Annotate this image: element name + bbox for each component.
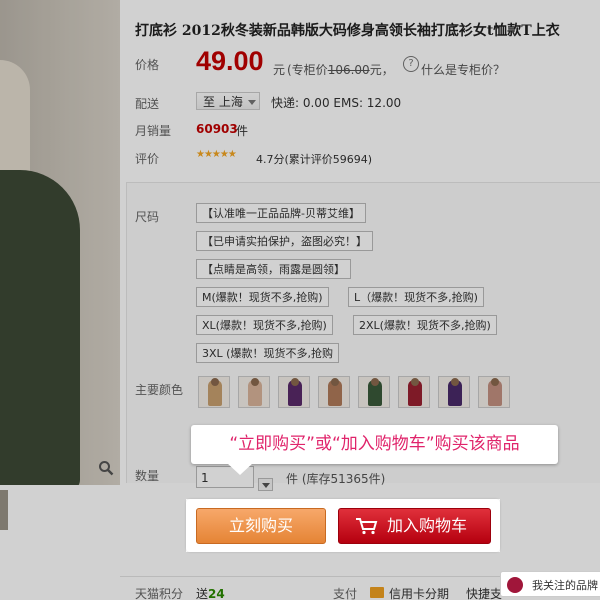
color-swatch[interactable] — [358, 376, 390, 408]
model-head-icon — [451, 378, 459, 386]
compare-price-value: 106.00 — [327, 63, 370, 77]
size-option[interactable]: L（爆款！现货不多,抢购) — [348, 287, 484, 307]
shopping-cart-icon — [356, 518, 378, 535]
size-option[interactable]: 2XL(爆款！现货不多,抢购) — [353, 315, 497, 335]
dim-overlay-left — [0, 499, 186, 552]
color-swatch[interactable] — [438, 376, 470, 408]
color-label: 主要颜色 — [135, 383, 184, 397]
size-label: 尺码 — [135, 210, 160, 224]
shipping-city-select[interactable]: 至 上海 — [196, 92, 260, 110]
model-head-icon — [411, 378, 419, 386]
shipping-label: 配送 — [135, 97, 160, 111]
color-swatch[interactable] — [398, 376, 430, 408]
model-head-icon — [291, 378, 299, 386]
followed-brands-tab[interactable]: 我关注的品牌 — [500, 571, 600, 597]
size-option[interactable]: M(爆款！现货不多,抢购) — [196, 287, 329, 307]
zoom-icon[interactable] — [98, 460, 114, 476]
compare-price-prefix: (专柜价 — [287, 63, 328, 77]
rating-summary-link[interactable]: 4.7分(累计评价59694) — [256, 151, 372, 167]
quantity-label: 数量 — [135, 469, 160, 483]
compare-price-help-link[interactable]: 什么是专柜价？ — [421, 61, 505, 78]
callout-pointer — [227, 463, 253, 475]
size-option[interactable]: XL(爆款！现货不多,抢购) — [196, 315, 333, 335]
model-head-icon — [491, 378, 499, 386]
monthly-sales-label: 月销量 — [135, 124, 172, 138]
color-swatch[interactable] — [478, 376, 510, 408]
color-swatch[interactable] — [238, 376, 270, 408]
size-option[interactable]: 【认准唯一正品品牌-贝蒂艾维】 — [196, 203, 366, 223]
color-swatch[interactable] — [278, 376, 310, 408]
compare-price: (专柜价106.00元， — [287, 61, 394, 78]
compare-price-suffix: 元， — [369, 63, 394, 77]
color-swatch[interactable] — [198, 376, 230, 408]
monthly-sales-value: 60903 — [196, 122, 238, 136]
model-head-icon — [251, 378, 259, 386]
question-icon[interactable]: ? — [403, 56, 419, 72]
tutorial-callout: “立即购买”或“加入购物车”购买该商品 — [191, 425, 558, 464]
model-sweater-shape — [0, 170, 80, 485]
shipping-fee-text: 快递: 0.00 EMS: 12.00 — [271, 96, 402, 110]
rating-label: 评价 — [135, 152, 160, 166]
size-option[interactable]: 【点睛是高领，雨露是圆领】 — [196, 259, 351, 279]
stock-text: 件 (库存51365件) — [286, 472, 386, 486]
model-head-icon — [211, 378, 219, 386]
model-head-icon — [331, 378, 339, 386]
color-swatch[interactable] — [318, 376, 350, 408]
rating-stars-icon: ★★★★★ — [196, 149, 237, 160]
product-main-image[interactable] — [0, 0, 120, 485]
product-title: 打底衫 2012秋冬装新品韩版大码修身高领长袖打底衫女t恤款T上衣 — [135, 23, 560, 39]
chevron-down-icon — [262, 483, 270, 488]
chevron-down-icon — [248, 100, 256, 105]
price-label: 价格 — [135, 58, 160, 72]
monthly-sales-unit: 件 — [236, 124, 249, 138]
heart-icon — [507, 577, 523, 593]
price-unit: 元 — [273, 63, 286, 77]
model-head-icon — [371, 378, 379, 386]
shipping-city-value: 至 上海 — [203, 95, 243, 109]
size-option[interactable]: 3XL (爆款！现货不多,抢购 — [196, 343, 339, 363]
quantity-decrease-button[interactable] — [258, 478, 273, 491]
followed-brands-label: 我关注的品牌 — [532, 579, 598, 592]
price-value: 49.00 — [196, 46, 264, 76]
size-option[interactable]: 【已申请实拍保护，盗图必究！】 — [196, 231, 373, 251]
dim-overlay-right — [500, 499, 600, 552]
buy-now-button[interactable]: 立刻购买 — [196, 508, 326, 544]
